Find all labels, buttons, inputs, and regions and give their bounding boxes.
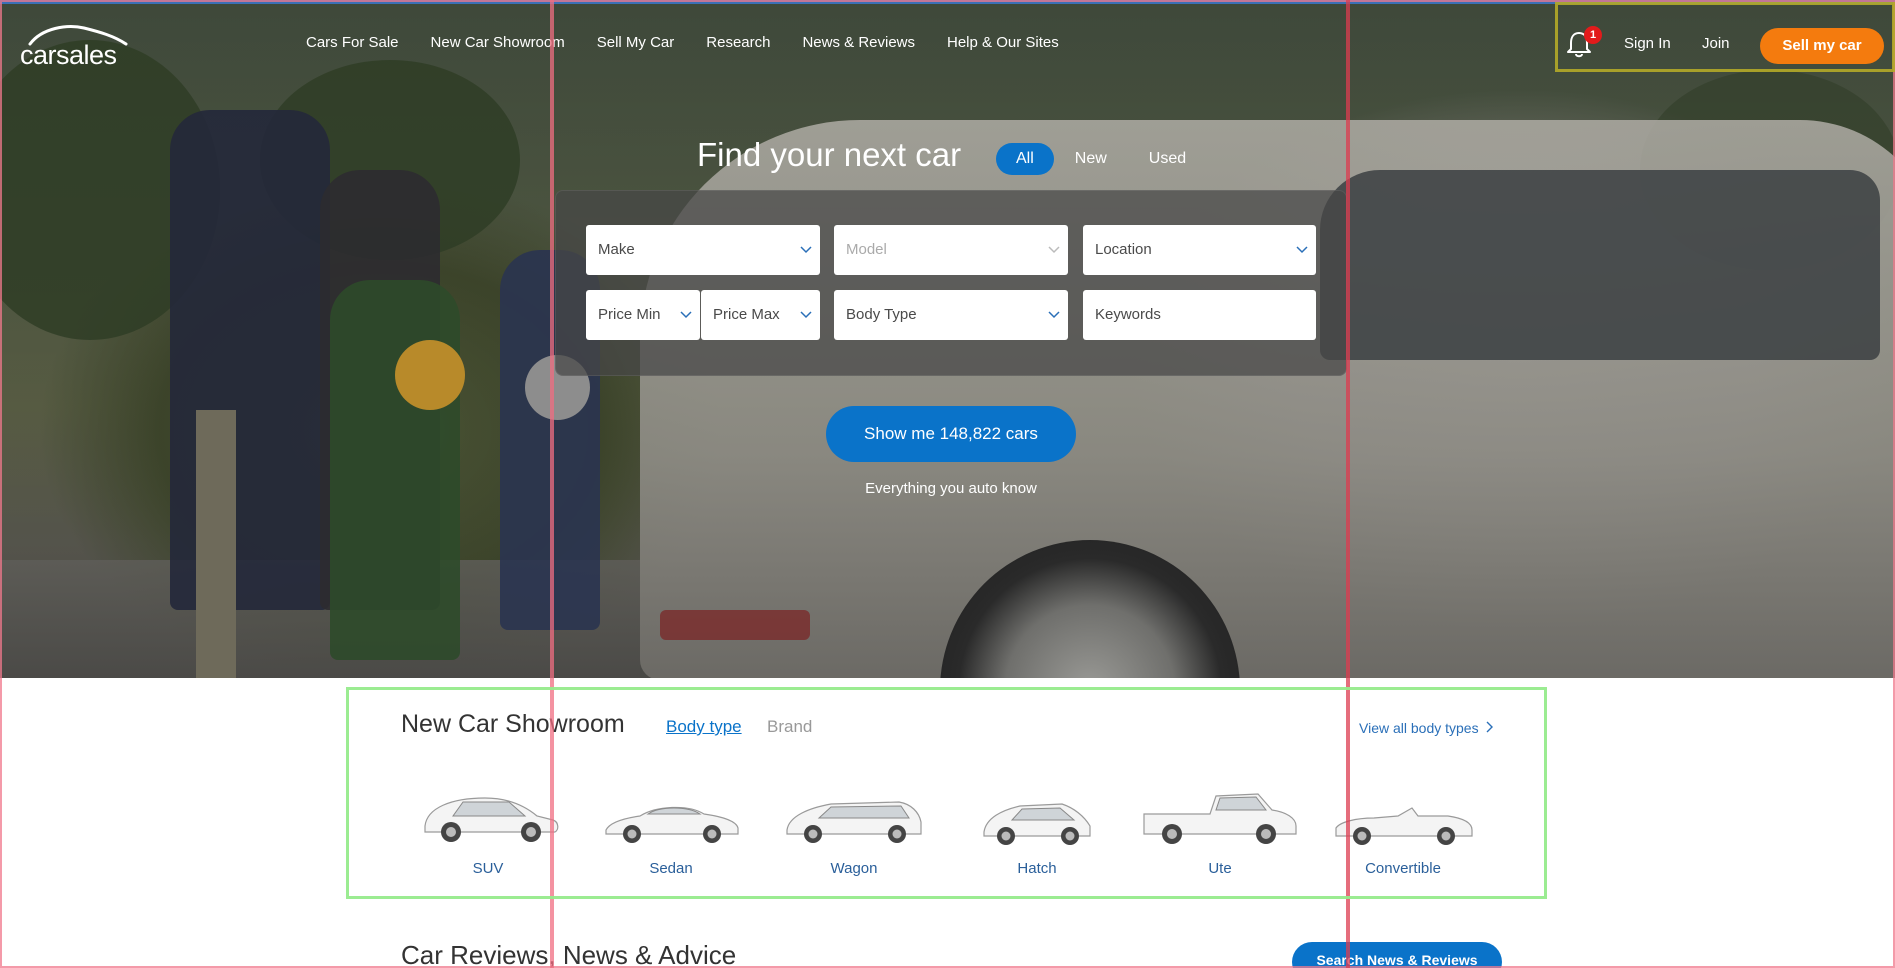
showroom-title: New Car Showroom [401,710,625,738]
make-select-label: Make [598,241,635,258]
model-select-label: Model [846,241,887,258]
hero-car-window [1320,170,1880,360]
chevron-right-icon [1485,720,1493,736]
body-type-label: Sedan [649,860,693,877]
segment-used[interactable]: Used [1128,143,1207,175]
price-max-select[interactable]: Price Max [701,290,820,340]
body-type-select[interactable]: Body Type [834,290,1068,340]
site-header: carsales Cars For Sale New Car Showroom … [0,0,1895,90]
body-type-label: Hatch [1017,860,1057,877]
price-min-label: Price Min [598,306,661,323]
body-type-label: Wagon [830,860,878,877]
top-border [0,0,1895,4]
sedan-car-icon [591,786,751,846]
sell-my-car-button[interactable]: Sell my car [1760,28,1884,64]
chevron-down-icon [800,244,812,254]
body-type-wagon[interactable]: Wagon [774,786,934,877]
model-select[interactable]: Model [834,225,1068,275]
body-type-label: Convertible [1365,860,1441,877]
nav-news-reviews[interactable]: News & Reviews [802,34,915,51]
tagline: Everything you auto know [865,480,1037,497]
tab-body-type[interactable]: Body type [666,717,742,737]
view-all-label: View all body types [1359,720,1479,736]
main-nav: Cars For Sale New Car Showroom Sell My C… [306,34,1091,51]
football [395,340,465,410]
price-min-select[interactable]: Price Min [586,290,700,340]
make-select[interactable]: Make [586,225,820,275]
show-cars-button[interactable]: Show me 148,822 cars [826,406,1076,462]
ute-car-icon [1140,786,1300,846]
hatch-car-icon [957,786,1117,846]
convertible-car-icon [1323,786,1483,846]
search-panel [555,190,1347,376]
chevron-down-icon [800,309,812,319]
body-type-ute[interactable]: Ute [1140,786,1300,877]
condition-toggle: All New Used [996,143,1207,175]
nav-research[interactable]: Research [706,34,770,51]
nav-cars-for-sale[interactable]: Cars For Sale [306,34,399,51]
keywords-input[interactable]: Keywords [1083,290,1316,340]
chevron-down-icon [680,309,692,319]
tab-brand[interactable]: Brand [767,717,812,737]
nav-new-car-showroom[interactable]: New Car Showroom [431,34,565,51]
hero-person [170,110,330,610]
search-title: Find your next car [697,136,962,173]
body-type-sedan[interactable]: Sedan [591,786,751,877]
body-type-label: Body Type [846,306,917,323]
segment-all[interactable]: All [996,143,1054,175]
notification-badge: 1 [1584,26,1602,44]
body-type-suv[interactable]: SUV [408,786,568,877]
suv-car-icon [408,786,568,846]
hero-car-taillight [660,610,810,640]
nav-sell-my-car[interactable]: Sell My Car [597,34,675,51]
body-type-label: SUV [472,860,504,877]
body-type-label: Ute [1208,860,1232,877]
location-select-label: Location [1095,241,1152,258]
keywords-placeholder: Keywords [1095,306,1161,323]
sign-in-link[interactable]: Sign In [1624,35,1671,52]
chevron-down-icon [1048,309,1060,319]
price-max-label: Price Max [713,306,780,323]
hero-person [330,280,460,660]
segment-new[interactable]: New [1054,143,1128,175]
carsales-logo[interactable]: carsales [20,24,130,70]
reviews-title: Car Reviews, News & Advice [401,940,737,968]
logo-text: carsales [20,40,117,70]
search-news-reviews-button[interactable]: Search News & Reviews [1292,942,1502,968]
body-type-hatch[interactable]: Hatch [957,786,1117,877]
wooden-post [196,410,236,678]
chevron-down-icon [1296,244,1308,254]
view-all-body-types-link[interactable]: View all body types [1359,720,1493,736]
join-link[interactable]: Join [1702,35,1730,52]
wagon-car-icon [774,786,934,846]
location-select[interactable]: Location [1083,225,1316,275]
chevron-down-icon [1048,244,1060,254]
body-type-convertible[interactable]: Convertible [1323,786,1483,877]
nav-help-our-sites[interactable]: Help & Our Sites [947,34,1059,51]
